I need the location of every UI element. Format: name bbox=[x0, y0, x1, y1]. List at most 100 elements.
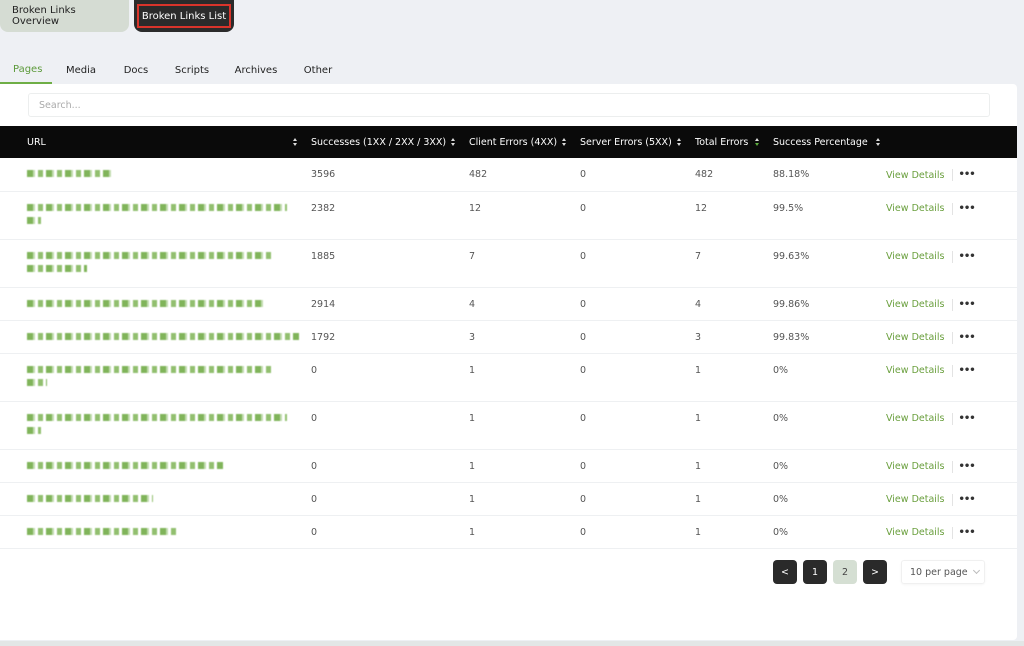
category-tabs: Pages Media Docs Scripts Archives Other bbox=[0, 56, 346, 84]
divider bbox=[951, 169, 953, 181]
divider bbox=[951, 364, 953, 377]
actions-cell: View Details ••• bbox=[886, 287, 1017, 321]
actions-cell: View Details ••• bbox=[886, 515, 1017, 549]
view-details-link[interactable]: View Details bbox=[886, 332, 945, 343]
column-header-url: URL bbox=[0, 126, 303, 158]
sort-icon[interactable] bbox=[293, 138, 297, 146]
url-link[interactable] bbox=[27, 365, 273, 373]
client-errors-cell: 1 bbox=[461, 449, 572, 483]
server-errors-cell: 0 bbox=[572, 401, 687, 450]
client-errors-cell: 12 bbox=[461, 191, 572, 240]
sort-icon[interactable] bbox=[451, 138, 455, 146]
view-details-link[interactable]: View Details bbox=[886, 365, 945, 376]
view-details-link[interactable]: View Details bbox=[886, 494, 945, 505]
url-link[interactable] bbox=[27, 527, 177, 535]
url-cell bbox=[0, 158, 303, 192]
table-header-row: URL Successes (1XX / 2XX / 3XX) Client E… bbox=[0, 126, 1017, 158]
column-header-successes: Successes (1XX / 2XX / 3XX) bbox=[303, 126, 461, 158]
table-row: 3596 482 0 482 88.18% View Details ••• bbox=[0, 158, 1017, 192]
chevron-left-icon[interactable]: < bbox=[773, 560, 797, 584]
successes-cell: 3596 bbox=[303, 158, 461, 192]
url-link[interactable] bbox=[27, 332, 299, 340]
url-link[interactable] bbox=[27, 413, 287, 421]
success-percentage-cell: 99.5% bbox=[765, 191, 886, 240]
more-options-icon[interactable]: ••• bbox=[959, 332, 976, 342]
tab-pages[interactable]: Pages bbox=[0, 56, 52, 84]
column-label: Server Errors (5XX) bbox=[580, 136, 672, 148]
tab-broken-links-list[interactable]: Broken Links List bbox=[134, 0, 234, 32]
url-link[interactable] bbox=[27, 461, 223, 469]
client-errors-cell: 7 bbox=[461, 239, 572, 288]
server-errors-cell: 0 bbox=[572, 287, 687, 321]
view-details-link[interactable]: View Details bbox=[886, 170, 945, 181]
server-errors-cell: 0 bbox=[572, 449, 687, 483]
tab-scripts[interactable]: Scripts bbox=[162, 56, 222, 84]
more-options-icon[interactable]: ••• bbox=[959, 251, 976, 261]
table-row: 0 1 0 1 0% View Details ••• bbox=[0, 482, 1017, 516]
url-cell bbox=[0, 239, 303, 288]
success-percentage-cell: 0% bbox=[765, 353, 886, 402]
search-input[interactable] bbox=[28, 93, 990, 117]
total-errors-cell: 1 bbox=[687, 515, 765, 549]
more-options-icon[interactable]: ••• bbox=[959, 365, 976, 375]
url-link[interactable] bbox=[27, 426, 41, 434]
more-options-icon[interactable]: ••• bbox=[959, 170, 976, 180]
url-link[interactable] bbox=[27, 251, 273, 259]
tab-other[interactable]: Other bbox=[290, 56, 346, 84]
more-options-icon[interactable]: ••• bbox=[959, 494, 976, 504]
sort-desc-icon[interactable] bbox=[755, 138, 759, 146]
sort-icon[interactable] bbox=[677, 138, 681, 146]
success-percentage-cell: 99.83% bbox=[765, 320, 886, 354]
view-details-link[interactable]: View Details bbox=[886, 413, 945, 424]
url-link[interactable] bbox=[27, 494, 153, 502]
table-row: 2382 12 0 12 99.5% View Details ••• bbox=[0, 191, 1017, 240]
total-errors-cell: 12 bbox=[687, 191, 765, 240]
client-errors-cell: 3 bbox=[461, 320, 572, 354]
view-tabs: Broken Links Overview Broken Links List bbox=[0, 0, 234, 34]
more-options-icon[interactable]: ••• bbox=[959, 461, 976, 471]
url-link[interactable] bbox=[27, 378, 47, 386]
chevron-right-icon[interactable]: > bbox=[863, 560, 887, 584]
more-options-icon[interactable]: ••• bbox=[959, 413, 976, 423]
client-errors-cell: 1 bbox=[461, 482, 572, 516]
url-link[interactable] bbox=[27, 203, 287, 211]
table-row: 1792 3 0 3 99.83% View Details ••• bbox=[0, 320, 1017, 354]
success-percentage-cell: 0% bbox=[765, 449, 886, 483]
success-percentage-cell: 0% bbox=[765, 482, 886, 516]
tab-media[interactable]: Media bbox=[52, 56, 110, 84]
tab-docs[interactable]: Docs bbox=[110, 56, 162, 84]
page-1-button[interactable]: 1 bbox=[803, 560, 827, 584]
view-details-link[interactable]: View Details bbox=[886, 527, 945, 538]
client-errors-cell: 1 bbox=[461, 401, 572, 450]
tab-archives[interactable]: Archives bbox=[222, 56, 290, 84]
tab-broken-links-overview[interactable]: Broken Links Overview bbox=[0, 0, 129, 32]
url-link[interactable] bbox=[27, 264, 87, 272]
page-2-button[interactable]: 2 bbox=[833, 560, 857, 584]
actions-cell: View Details ••• bbox=[886, 482, 1017, 516]
more-options-icon[interactable]: ••• bbox=[959, 203, 976, 213]
successes-cell: 1885 bbox=[303, 239, 461, 288]
server-errors-cell: 0 bbox=[572, 191, 687, 240]
column-label: URL bbox=[27, 136, 46, 148]
view-details-link[interactable]: View Details bbox=[886, 203, 945, 214]
divider bbox=[951, 298, 953, 311]
client-errors-cell: 482 bbox=[461, 158, 572, 192]
more-options-icon[interactable]: ••• bbox=[959, 299, 976, 309]
url-link[interactable] bbox=[27, 216, 41, 224]
per-page-select[interactable]: 10 per page bbox=[901, 560, 985, 584]
view-details-link[interactable]: View Details bbox=[886, 299, 945, 310]
view-details-link[interactable]: View Details bbox=[886, 251, 945, 262]
divider bbox=[951, 202, 953, 215]
total-errors-cell: 1 bbox=[687, 482, 765, 516]
broken-links-table: URL Successes (1XX / 2XX / 3XX) Client E… bbox=[0, 126, 1017, 549]
view-details-link[interactable]: View Details bbox=[886, 461, 945, 472]
sort-icon[interactable] bbox=[562, 138, 566, 146]
url-link[interactable] bbox=[27, 170, 111, 177]
sort-icon[interactable] bbox=[876, 138, 880, 146]
broken-links-panel: URL Successes (1XX / 2XX / 3XX) Client E… bbox=[0, 84, 1017, 640]
url-cell bbox=[0, 449, 303, 483]
actions-cell: View Details ••• bbox=[886, 191, 1017, 240]
total-errors-cell: 1 bbox=[687, 353, 765, 402]
url-link[interactable] bbox=[27, 299, 265, 307]
more-options-icon[interactable]: ••• bbox=[959, 527, 976, 537]
